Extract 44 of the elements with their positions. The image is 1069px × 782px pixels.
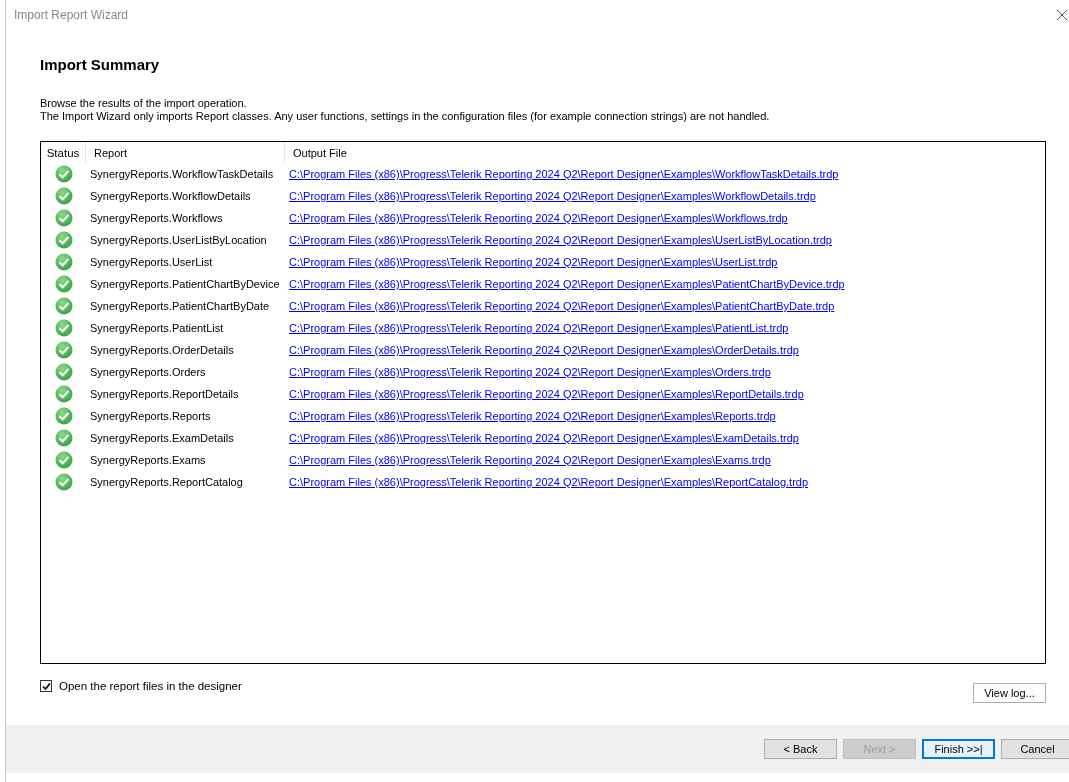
report-name: SynergyReports.ReportDetails <box>89 388 240 400</box>
column-header[interactable]: Output File <box>285 142 347 163</box>
output-file-link[interactable]: C:\Program Files (x86)\Progress\Telerik Reporting 2024 Q2\Report Designer\Examples\Reports.trdp <box>285 410 776 422</box>
report-name: SynergyReports.WorkflowTaskDetails <box>89 168 275 180</box>
report-name: SynergyReports.WorkflowDetails <box>89 190 252 202</box>
output-file-link[interactable]: C:\Program Files (x86)\Progress\Telerik Reporting 2024 Q2\Report Designer\Examples\OrderDetails.trdp <box>285 344 799 356</box>
report-name: SynergyReports.OrderDetails <box>89 344 235 356</box>
output-file-link[interactable]: C:\Program Files (x86)\Progress\Telerik Reporting 2024 Q2\Report Designer\Examples\PatientList.trdp <box>285 322 789 334</box>
view-log-button[interactable]: View log... <box>973 683 1046 703</box>
output-file-link[interactable]: C:\Program Files (x86)\Progress\Telerik Reporting 2024 Q2\Report Designer\Examples\PatientChartByDate.trdp <box>285 300 835 312</box>
wizard-button[interactable]: < Back <box>764 739 837 759</box>
report-name: SynergyReports.Orders <box>89 366 207 378</box>
intro-text: The Import Wizard only imports Report classes. Any user functions, settings in the configuration files (for example connection strings) are not handled. <box>40 110 771 123</box>
report-name: SynergyReports.PatientList <box>89 322 225 334</box>
output-file-link[interactable]: C:\Program Files (x86)\Progress\Telerik Reporting 2024 Q2\Report Designer\Examples\Exams.trdp <box>285 454 771 466</box>
report-name: SynergyReports.ReportCatalog <box>89 476 244 488</box>
report-name: SynergyReports.Reports <box>89 410 212 422</box>
output-file-link[interactable]: C:\Program Files (x86)\Progress\Telerik Reporting 2024 Q2\Report Designer\Examples\ReportCatalog.trdp <box>285 476 809 488</box>
report-name: SynergyReports.UserList <box>89 256 214 268</box>
window-title: Import Report Wizard <box>14 8 129 22</box>
report-name: SynergyReports.Workflows <box>89 212 224 224</box>
intro-text: Browse the results of the import operation. <box>40 97 248 110</box>
close-icon[interactable] <box>1056 9 1068 21</box>
checkbox-label[interactable]: Open the report files in the designer <box>59 680 242 692</box>
output-file-link[interactable]: C:\Program Files (x86)\Progress\Telerik Reporting 2024 Q2\Report Designer\Examples\Workflows.trdp <box>285 212 788 224</box>
output-file-link[interactable]: C:\Program Files (x86)\Progress\Telerik Reporting 2024 Q2\Report Designer\Examples\ReportDetails.trdp <box>285 388 804 400</box>
output-file-link[interactable]: C:\Program Files (x86)\Progress\Telerik Reporting 2024 Q2\Report Designer\Examples\UserList.trdp <box>285 256 778 268</box>
column-header[interactable]: Report <box>86 142 285 163</box>
wizard-button[interactable]: Finish >>| <box>922 739 995 759</box>
report-name: SynergyReports.Exams <box>89 454 207 466</box>
page-heading: Import Summary <box>40 56 161 73</box>
report-name: SynergyReports.PatientChartByDate <box>89 300 271 312</box>
output-file-link[interactable]: C:\Program Files (x86)\Progress\Telerik Reporting 2024 Q2\Report Designer\Examples\Orders.trdp <box>285 366 771 378</box>
output-file-link[interactable]: C:\Program Files (x86)\Progress\Telerik Reporting 2024 Q2\Report Designer\Examples\UserListByLocation.trdp <box>285 234 832 246</box>
output-file-link[interactable]: C:\Program Files (x86)\Progress\Telerik Reporting 2024 Q2\Report Designer\Examples\PatientChartByDevice.trdp <box>285 278 845 290</box>
report-name: SynergyReports.UserListByLocation <box>89 234 268 246</box>
checkbox[interactable] <box>40 680 52 692</box>
wizard-button[interactable]: Cancel <box>1001 739 1069 759</box>
output-file-link[interactable]: C:\Program Files (x86)\Progress\Telerik Reporting 2024 Q2\Report Designer\Examples\WorkflowDetails.trdp <box>285 190 816 202</box>
output-file-link[interactable]: C:\Program Files (x86)\Progress\Telerik Reporting 2024 Q2\Report Designer\Examples\ExamDetails.trdp <box>285 432 799 444</box>
column-header[interactable]: Status <box>41 142 86 163</box>
report-name: SynergyReports.ExamDetails <box>89 432 235 444</box>
output-file-link[interactable]: C:\Program Files (x86)\Progress\Telerik Reporting 2024 Q2\Report Designer\Examples\WorkflowTaskDetails.trdp <box>285 168 839 180</box>
report-name: SynergyReports.PatientChartByDevice <box>89 278 281 290</box>
